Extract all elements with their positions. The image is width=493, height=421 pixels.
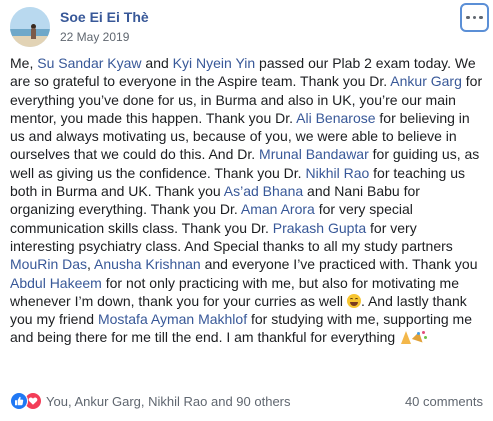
reactions-summary[interactable]: You, Ankur Garg, Nikhil Rao and 90 other… (46, 394, 291, 409)
more-options-button[interactable] (460, 3, 489, 32)
mention-link[interactable]: Mrunal Bandawar (259, 146, 369, 162)
post-text: Me, Su Sandar Kyaw and Kyi Nyein Yin pas… (10, 54, 485, 347)
reaction-icons[interactable] (10, 392, 42, 410)
facebook-post: Soe Ei Ei Thè 22 May 2019 Me, Su Sandar … (0, 0, 493, 421)
mention-link[interactable]: Ali Benarose (296, 110, 375, 126)
mention-link[interactable]: Su Sandar Kyaw (37, 55, 141, 71)
pray-emoji (399, 330, 413, 345)
mention-link[interactable]: MouRin Das (10, 256, 87, 272)
mention-link[interactable]: Kyi Nyein Yin (173, 55, 255, 71)
party-popper-emoji (413, 330, 427, 344)
mention-link[interactable]: Ankur Garg (390, 73, 462, 89)
post-footer: You, Ankur Garg, Nikhil Rao and 90 other… (10, 392, 483, 410)
avatar[interactable] (10, 7, 50, 47)
post-text-run: and (141, 55, 173, 71)
mention-link[interactable]: Mostafa Ayman Makhlof (98, 311, 247, 327)
mention-link[interactable]: Anusha Krishnan (94, 256, 201, 272)
mention-link[interactable]: Prakash Gupta (273, 220, 366, 236)
ellipsis-icon (466, 15, 470, 20)
laughing-emoji (346, 293, 361, 308)
post-text-run: Me, (10, 55, 38, 71)
mention-link[interactable]: Aman Arora (241, 201, 315, 217)
mention-link[interactable]: Abdul Hakeem (10, 275, 102, 291)
post-date[interactable]: 22 May 2019 (60, 29, 149, 45)
mention-link[interactable]: As’ad Bhana (224, 183, 303, 199)
post-meta: Soe Ei Ei Thè 22 May 2019 (60, 9, 149, 45)
post-header: Soe Ei Ei Thè 22 May 2019 (10, 6, 149, 48)
post-text-run: and everyone I’ve practiced with. Thank … (200, 256, 478, 273)
author-name[interactable]: Soe Ei Ei Thè (60, 9, 149, 26)
like-icon (10, 392, 28, 410)
post-text-run: , (87, 256, 95, 273)
comments-count[interactable]: 40 comments (405, 394, 483, 409)
mention-link[interactable]: Nikhil Rao (305, 165, 369, 181)
